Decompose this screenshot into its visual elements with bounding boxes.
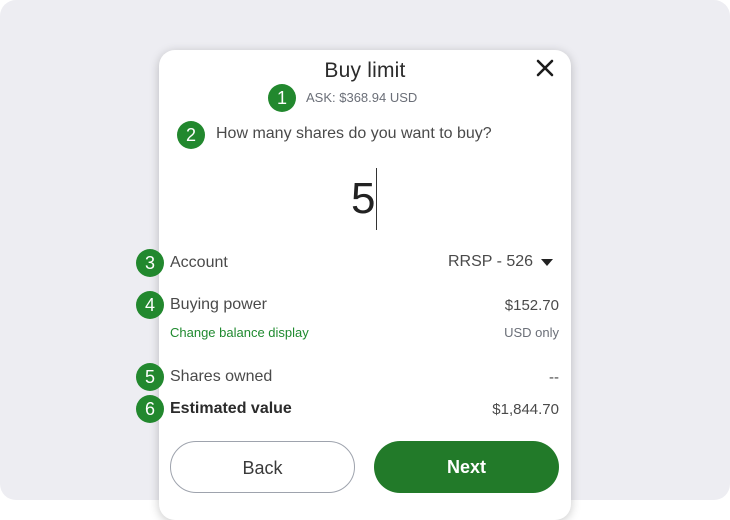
close-button[interactable] [532, 55, 558, 81]
step-badge-4: 4 [136, 291, 164, 319]
account-select[interactable]: RRSP - 526 [446, 252, 558, 274]
quantity-value: 5 [351, 174, 376, 223]
estimated-value-amount: $1,844.70 [492, 401, 559, 418]
account-value: RRSP - 526 [448, 253, 534, 270]
step-badge-5: 5 [136, 363, 164, 391]
buying-power-value: $152.70 [504, 297, 559, 314]
account-label: Account [170, 254, 228, 271]
shares-question: How many shares do you want to buy? [216, 125, 492, 142]
back-button[interactable]: Back [170, 441, 355, 493]
dialog-title: Buy limit [324, 59, 406, 82]
quantity-input[interactable]: 5 [340, 168, 400, 230]
shares-owned-label: Shares owned [170, 368, 273, 385]
balance-display-mode: USD only [504, 325, 559, 340]
estimated-value-label: Estimated value [170, 400, 292, 417]
step-badge-6: 6 [136, 395, 164, 423]
step-badge-2: 2 [177, 121, 205, 149]
chevron-down-icon [541, 259, 553, 266]
next-button[interactable]: Next [374, 441, 559, 493]
change-balance-display-link[interactable]: Change balance display [170, 325, 309, 340]
ask-price: ASK: $368.94 USD [306, 90, 418, 105]
step-badge-3: 3 [136, 249, 164, 277]
text-caret [376, 168, 377, 230]
step-badge-1: 1 [268, 84, 296, 112]
close-icon [536, 59, 554, 77]
buying-power-label: Buying power [170, 296, 267, 313]
shares-owned-value: -- [549, 369, 559, 386]
